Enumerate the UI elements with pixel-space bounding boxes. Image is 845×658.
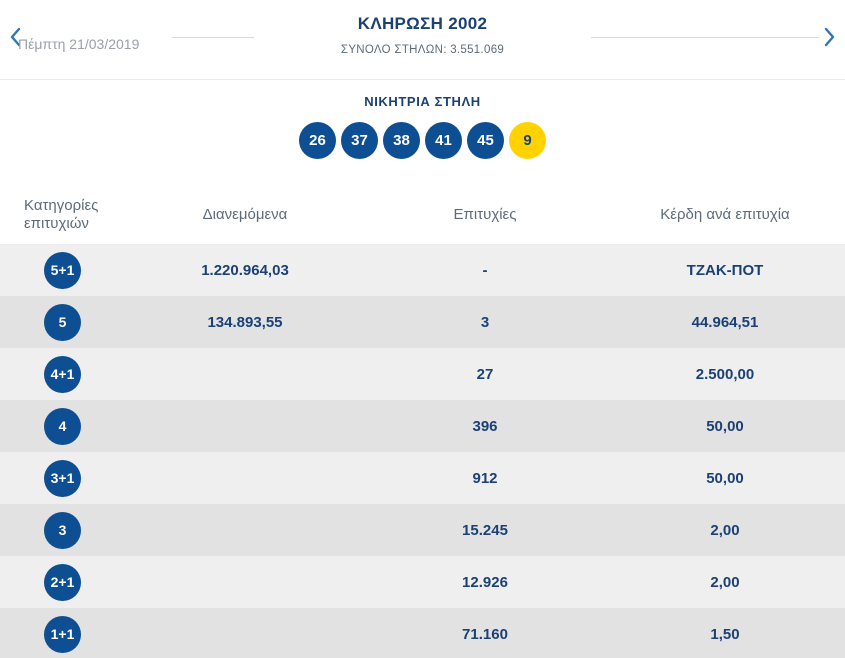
- category-badge: 2+1: [44, 563, 81, 601]
- winning-number-ball: 26: [299, 122, 336, 159]
- col-header-prize-per-win: Κέρδη ανά επιτυχία: [660, 206, 790, 223]
- distributed-value: 134.893,55: [207, 313, 283, 331]
- category-badge: 4+1: [44, 355, 81, 393]
- prize-value: ΤΖΑΚ-ΠΟΤ: [686, 261, 764, 279]
- prize-value: 2,00: [710, 573, 740, 591]
- category-badge: 3+1: [44, 459, 81, 497]
- category-badge: 5: [44, 303, 81, 341]
- category-badge: 3: [44, 511, 81, 549]
- columns-total: ΣΥΝΟΛΟ ΣΤΗΛΩΝ: 3.551.069: [340, 44, 505, 56]
- wins-value: 71.160: [462, 625, 508, 643]
- wins-value: 27: [476, 365, 494, 383]
- prize-table-body: 5+1 1.220.964,03 - ΤΖΑΚ-ΠΟΤ 5 134.893,55 3 44.9…: [0, 244, 845, 658]
- table-row: 4 396 50,00: [0, 400, 845, 452]
- divider-line-left: [172, 37, 254, 38]
- divider-line-right: [591, 37, 819, 38]
- draw-title: ΚΛΗΡΩΣΗ 2002: [357, 14, 488, 33]
- winning-number-ball: 38: [383, 122, 420, 159]
- prize-value: 44.964,51: [691, 313, 759, 331]
- prize-table-header: Κατηγορίες επιτυχιών Διανεμόμενα Επιτυχί…: [0, 185, 845, 244]
- chevron-right-icon: [824, 27, 836, 50]
- wins-value: 12.926: [462, 573, 508, 591]
- category-badge: 5+1: [44, 251, 81, 289]
- winning-numbers: 26 37 38 41 45 9: [0, 122, 845, 159]
- table-row: 4+1 27 2.500,00: [0, 348, 845, 400]
- wins-value: -: [482, 261, 488, 279]
- prize-value: 1,50: [710, 625, 740, 643]
- winning-number-ball: 45: [467, 122, 504, 159]
- distributed-value: 1.220.964,03: [201, 261, 289, 279]
- draw-title-block: ΚΛΗΡΩΣΗ 2002 ΣΥΝΟΛΟ ΣΤΗΛΩΝ: 3.551.069: [341, 14, 504, 56]
- category-badge: 4: [44, 407, 81, 445]
- prize-table: Κατηγορίες επιτυχιών Διανεμόμενα Επιτυχί…: [0, 185, 845, 658]
- wins-value: 15.245: [462, 521, 508, 539]
- next-draw-button[interactable]: [817, 24, 843, 52]
- wins-value: 912: [472, 469, 498, 487]
- joker-number-ball: 9: [509, 122, 546, 159]
- prize-value: 2,00: [710, 521, 740, 539]
- prize-value: 50,00: [706, 417, 744, 435]
- winning-number-ball: 37: [341, 122, 378, 159]
- table-row: 3 15.245 2,00: [0, 504, 845, 556]
- table-row: 1+1 71.160 1,50: [0, 608, 845, 658]
- joker-draw-results-page: Πέμπτη 21/03/2019 ΚΛΗΡΩΣΗ 2002 ΣΥΝΟΛΟ ΣΤ…: [0, 0, 845, 658]
- category-badge: 1+1: [44, 615, 81, 653]
- col-header-categories: Κατηγορίες επιτυχιών: [24, 196, 99, 232]
- col-header-wins: Επιτυχίες: [453, 206, 517, 223]
- wins-value: 396: [472, 417, 498, 435]
- wins-value: 3: [480, 313, 490, 331]
- draw-header: Πέμπτη 21/03/2019 ΚΛΗΡΩΣΗ 2002 ΣΥΝΟΛΟ ΣΤ…: [0, 0, 845, 80]
- prize-value: 2.500,00: [695, 365, 755, 383]
- draw-date: Πέμπτη 21/03/2019: [18, 36, 140, 52]
- winning-column-title: ΝΙΚΗΤΡΙΑ ΣΤΗΛΗ: [364, 94, 481, 109]
- table-row: 2+1 12.926 2,00: [0, 556, 845, 608]
- winning-number-ball: 41: [425, 122, 462, 159]
- table-row: 5+1 1.220.964,03 - ΤΖΑΚ-ΠΟΤ: [0, 244, 845, 296]
- prize-value: 50,00: [706, 469, 744, 487]
- col-header-distributed: Διανεμόμενα: [202, 206, 288, 223]
- table-row: 3+1 912 50,00: [0, 452, 845, 504]
- winning-column-section: ΝΙΚΗΤΡΙΑ ΣΤΗΛΗ 26 37 38 41 45 9: [0, 80, 845, 185]
- table-row: 5 134.893,55 3 44.964,51: [0, 296, 845, 348]
